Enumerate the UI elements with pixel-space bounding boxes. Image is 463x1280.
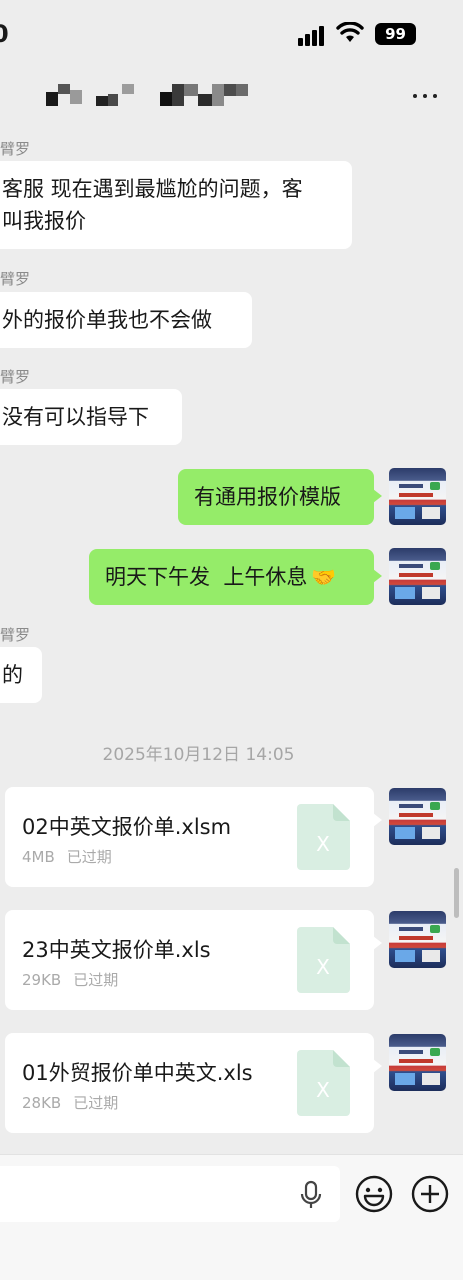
user-avatar[interactable] [389,548,446,605]
user-avatar[interactable] [389,911,446,968]
chat-timestamp: 2025年10月12日 14:05 [102,745,295,765]
outgoing-message[interactable]: 明天下午发 上午休息 🤝 [89,549,382,605]
sender-name: 臂罗 [0,270,31,288]
file-status: 已过期 [73,971,119,989]
excel-icon: X [297,1050,350,1116]
wifi-icon [336,22,364,42]
file-size: 28KB [22,1094,62,1112]
file-status: 已过期 [73,1094,119,1112]
svg-text:X: X [316,832,330,856]
message-text: 有通用报价模版 [194,485,341,509]
file-message[interactable]: 01外贸报价单中英文.xls 28KB 已过期 X [5,1033,382,1133]
sender-name: 臂罗 [0,368,31,386]
user-avatar[interactable] [389,788,446,845]
handshake-emoji-icon: 🤝 [311,565,337,589]
file-meta: 28KB 已过期 [22,1092,118,1113]
status-time-fragment: 0 [0,20,9,48]
file-message[interactable]: 23中英文报价单.xls 29KB 已过期 X [5,910,382,1010]
file-meta: 29KB 已过期 [22,969,118,990]
plus-icon[interactable] [411,1175,449,1213]
message-input[interactable] [0,1166,340,1222]
message-text: 明天下午发 上午休息 [105,565,308,589]
more-dots-icon[interactable] [410,86,440,106]
sender-name: 臂罗 [0,140,31,158]
message-text: 的 [2,663,23,687]
message-text: 外的报价单我也不会做 [2,308,212,332]
incoming-message[interactable]: 的 [0,647,42,703]
microphone-icon[interactable] [298,1180,324,1210]
message-line: 叫我报价 [2,209,86,233]
incoming-message[interactable]: 客服 现在遇到最尴尬的问题，客 叫我报价 [0,161,352,249]
incoming-message[interactable]: 外的报价单我也不会做 [0,292,252,348]
incoming-message[interactable]: 没有可以指导下 [0,389,182,445]
file-size: 4MB [22,848,55,866]
excel-icon: X [297,804,350,870]
sender-name: 臂罗 [0,626,31,644]
status-bar: 0 99 [0,0,463,64]
svg-text:X: X [316,1078,330,1102]
emoji-icon[interactable] [355,1175,393,1213]
svg-text:X: X [316,955,330,979]
file-meta: 4MB 已过期 [22,846,112,867]
file-name: 23中英文报价单.xls [22,938,211,962]
file-name: 02中英文报价单.xlsm [22,815,232,839]
file-name: 01外贸报价单中英文.xls [22,1061,253,1085]
excel-icon: X [297,927,350,993]
cellular-signal-icon [298,24,328,46]
file-status: 已过期 [66,848,112,866]
file-message[interactable]: 02中英文报价单.xlsm 4MB 已过期 X [5,787,382,887]
chat-scrollbar[interactable] [454,868,459,918]
battery-indicator: 99 [375,23,416,45]
message-text: 没有可以指导下 [2,405,149,429]
file-size: 29KB [22,971,62,989]
user-avatar[interactable] [389,1034,446,1091]
outgoing-message[interactable]: 有通用报价模版 [178,469,382,525]
message-line: 客服 现在遇到最尴尬的问题，客 [2,177,303,201]
user-avatar[interactable] [389,468,446,525]
